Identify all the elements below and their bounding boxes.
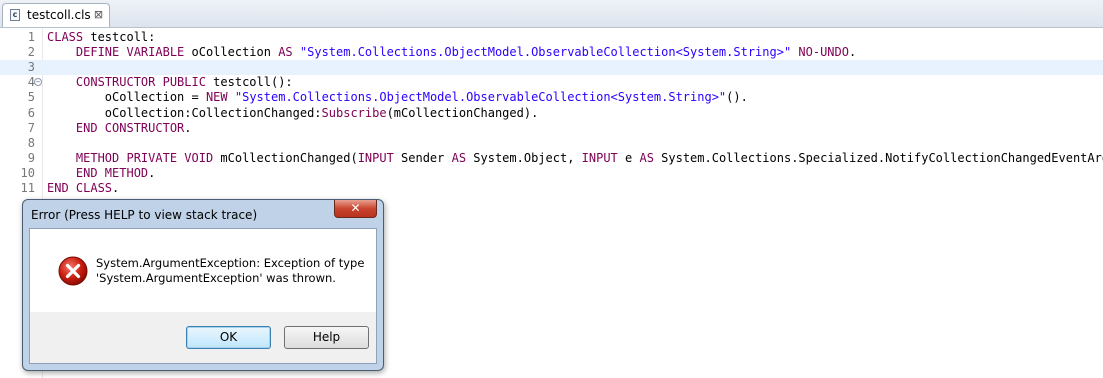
code-token: (mCollectionChanged).: [386, 105, 539, 120]
code-text: END CONSTRUCTOR.: [47, 121, 192, 136]
keyword-token: END CONSTRUCTOR: [75, 120, 185, 135]
keyword-token: NO-UNDO: [798, 45, 849, 60]
keyword-token: CONSTRUCTOR PUBLIC: [75, 75, 206, 90]
code-token: ().: [726, 90, 748, 105]
keyword-token: END METHOD: [75, 165, 149, 180]
keyword-token: INPUT: [357, 150, 394, 165]
code-token: System.Collections.Specialized.NotifyCol…: [653, 150, 1103, 165]
code-token: e: [617, 150, 640, 165]
code-line[interactable]: 3: [0, 60, 1103, 76]
code-line[interactable]: 5 oCollection = NEW "System.Collections.…: [0, 90, 1103, 105]
error-dialog: Error (Press HELP to view stack trace) ✕…: [22, 199, 384, 371]
keyword-token: AS: [639, 150, 654, 165]
line-number: 5: [27, 90, 35, 105]
code-line[interactable]: 6 oCollection:CollectionChanged:Subscrib…: [0, 106, 1103, 121]
code-token: oCollection =: [47, 90, 206, 105]
code-token: oCollection:CollectionChanged:: [47, 105, 322, 120]
code-text: CLASS testcoll:: [47, 30, 155, 45]
tab-label: testcoll.cls: [27, 8, 91, 22]
line-number: 11: [20, 181, 35, 195]
code-line[interactable]: 10 END METHOD.: [0, 166, 1103, 181]
line-number: 3: [27, 60, 35, 75]
code-token: .: [848, 45, 857, 60]
line-number: 8: [27, 135, 35, 150]
line-number: 10: [20, 165, 35, 180]
code-token: testcoll():: [205, 75, 293, 90]
error-message-line-2: 'System.ArgumentException' was thrown.: [96, 271, 336, 285]
line-number: 9: [27, 150, 35, 165]
code-text: END METHOD.: [47, 166, 155, 181]
line-number: 6: [27, 105, 35, 120]
error-message: System.ArgumentException: Exception of t…: [96, 256, 366, 286]
error-icon: [58, 256, 88, 286]
keyword-token: DEFINE VARIABLE: [75, 45, 185, 60]
code-text: DEFINE VARIABLE oCollection AS "System.C…: [47, 45, 856, 60]
code-line[interactable]: 2 DEFINE VARIABLE oCollection AS "System…: [0, 45, 1103, 60]
code-text: oCollection:CollectionChanged:Subscribe(…: [47, 105, 539, 121]
help-button[interactable]: Help: [284, 326, 369, 349]
line-number: 2: [27, 45, 35, 60]
code-token: .: [148, 165, 156, 180]
code-text: METHOD PRIVATE VOID mCollectionChanged(I…: [47, 151, 1103, 166]
code-token: oCollection: [184, 45, 279, 60]
keyword-token: CLASS: [47, 30, 84, 44]
code-token: .: [184, 120, 192, 135]
keyword-token: Subscribe: [321, 105, 387, 120]
code-token: Sender: [393, 150, 452, 165]
tab-testcoll-cls[interactable]: c testcoll.cls ⊠: [2, 3, 110, 27]
error-message-line-1: System.ArgumentException: Exception of t…: [96, 256, 365, 270]
keyword-token: METHOD PRIVATE VOID: [75, 150, 214, 165]
code-line[interactable]: 4− CONSTRUCTOR PUBLIC testcoll():: [0, 75, 1103, 90]
code-text: CONSTRUCTOR PUBLIC testcoll():: [47, 75, 293, 90]
dialog-title: Error (Press HELP to view stack trace): [31, 208, 258, 222]
code-line[interactable]: 9 METHOD PRIVATE VOID mCollectionChanged…: [0, 151, 1103, 166]
keyword-token: AS: [278, 45, 293, 60]
code-line[interactable]: 11 END CLASS.: [0, 181, 1103, 196]
code-line[interactable]: 1 CLASS testcoll:: [0, 30, 1103, 45]
line-number: 7: [27, 120, 35, 135]
string-token: "System.Collections.ObjectModel.Observab…: [299, 45, 792, 60]
dialog-message-area: System.ArgumentException: Exception of t…: [30, 229, 376, 312]
keyword-token: NEW: [205, 90, 228, 105]
code-line[interactable]: 8: [0, 136, 1103, 151]
code-line[interactable]: 7 END CONSTRUCTOR.: [0, 121, 1103, 136]
keyword-token: END CLASS: [47, 181, 113, 195]
string-token: "System.Collections.ObjectModel.Observab…: [234, 90, 727, 105]
class-file-icon: c: [10, 9, 20, 21]
code-token: System.Object,: [466, 150, 582, 165]
editor-tab-bar: c testcoll.cls ⊠: [0, 0, 1103, 28]
code-text: END CLASS.: [47, 181, 119, 196]
line-number: 1: [27, 30, 35, 44]
code-token: .: [112, 181, 120, 195]
dialog-body: System.ArgumentException: Exception of t…: [29, 228, 377, 364]
code-text: oCollection = NEW "System.Collections.Ob…: [47, 90, 748, 105]
close-icon[interactable]: ✕: [334, 200, 377, 218]
line-number: 4: [27, 75, 35, 90]
ok-button[interactable]: OK: [186, 326, 271, 349]
keyword-token: AS: [451, 150, 467, 165]
code-token: testcoll:: [83, 30, 156, 44]
fold-toggle-icon[interactable]: −: [34, 78, 42, 87]
keyword-token: INPUT: [581, 150, 618, 165]
close-tab-icon[interactable]: ⊠: [92, 8, 105, 21]
code-token: mCollectionChanged(: [213, 150, 358, 165]
